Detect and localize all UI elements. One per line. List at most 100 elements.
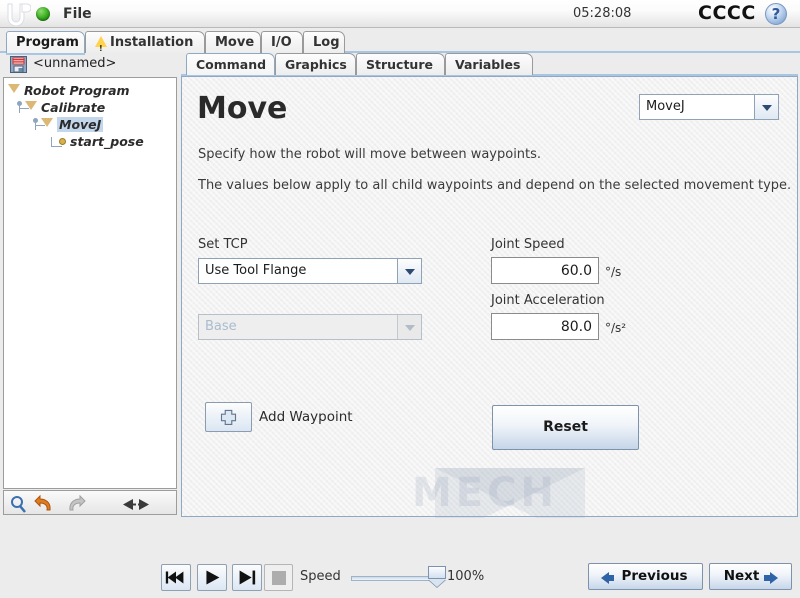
move-type-value: MoveJ — [646, 99, 685, 114]
tab-command[interactable]: Command — [186, 53, 275, 75]
tab-variables[interactable]: Variables — [445, 53, 533, 75]
tree-item-label: MoveJ — [57, 117, 104, 132]
ur-logo-icon — [7, 3, 31, 26]
add-waypoint-button[interactable] — [205, 402, 252, 432]
tree-item-label: Robot Program — [24, 83, 130, 98]
tab-log-label: Log — [313, 35, 340, 50]
page-title: Move — [197, 91, 288, 126]
tab-structure-label: Structure — [366, 57, 433, 72]
title-bar: File 05:28:08 CCCC ? — [0, 0, 800, 28]
tab-io-label: I/O — [271, 35, 292, 50]
chevron-down-icon — [397, 315, 421, 339]
tree-item-start-pose[interactable]: start_pose — [59, 133, 144, 150]
move-type-dropdown[interactable]: MoveJ — [639, 94, 779, 120]
green-status-orb-icon — [36, 7, 50, 21]
step-forward-icon — [239, 570, 256, 585]
feature-dropdown: Base — [198, 314, 422, 340]
tree-item-robot-program[interactable]: Robot Program — [8, 82, 130, 99]
tab-program-label: Program — [16, 35, 79, 50]
speed-value: 100% — [447, 569, 485, 584]
file-menu[interactable]: File — [59, 4, 96, 24]
tree-item-label: start_pose — [70, 134, 144, 149]
joint-acceleration-input[interactable]: 80.0 — [491, 313, 599, 340]
stop-icon — [272, 571, 286, 585]
command-tab-bar: Command Graphics Structure Variables — [181, 53, 798, 76]
add-waypoint-label: Add Waypoint — [259, 409, 353, 425]
set-tcp-value: Use Tool Flange — [205, 263, 307, 278]
redo-button[interactable] — [60, 493, 86, 514]
tree-item-calibrate[interactable]: Calibrate — [25, 99, 105, 116]
content-area: Command Graphics Structure Variables Mov… — [181, 53, 798, 517]
waypoint-dot-icon — [59, 138, 66, 145]
expand-triangle-icon[interactable] — [25, 101, 37, 110]
reset-button[interactable]: Reset — [492, 405, 639, 450]
tree-item-label: Calibrate — [41, 100, 106, 115]
joint-speed-label: Joint Speed — [491, 237, 565, 252]
tab-move-label: Move — [215, 35, 255, 50]
move-command-panel: Move Specify how the robot will move bet… — [181, 76, 798, 517]
play-icon — [206, 570, 220, 585]
application-window: File 05:28:08 CCCC ? Program Installatio… — [0, 0, 800, 598]
tab-variables-label: Variables — [455, 57, 521, 72]
main-tab-bar: Program Installation Move I/O Log — [0, 29, 800, 59]
clock: 05:28:08 — [573, 6, 632, 21]
arrow-right-tail — [764, 575, 770, 581]
warning-triangle-icon — [95, 36, 107, 59]
previous-button[interactable]: Previous — [588, 563, 703, 590]
undo-icon — [34, 494, 51, 511]
move-node-arrows-icon — [123, 499, 149, 510]
program-name-bar: <unnamed> — [0, 53, 180, 76]
program-tree[interactable]: Robot Program Calibrate MoveJ start_pose — [3, 77, 177, 489]
joint-speed-value: 60.0 — [560, 263, 592, 279]
play-button[interactable] — [197, 564, 227, 591]
tab-log[interactable]: Log — [303, 31, 345, 53]
tab-installation-label: Installation — [110, 35, 194, 50]
rewind-icon — [165, 571, 184, 584]
chevron-down-icon[interactable] — [397, 259, 421, 283]
tab-command-label: Command — [196, 57, 267, 72]
expand-triangle-icon[interactable] — [8, 84, 20, 93]
search-button[interactable] — [6, 493, 31, 514]
feature-value: Base — [205, 319, 237, 334]
joint-acceleration-label: Joint Acceleration — [491, 293, 605, 308]
search-icon — [11, 496, 26, 513]
brand-label: CCCC — [698, 2, 756, 24]
tab-structure[interactable]: Structure — [356, 53, 445, 75]
tab-program[interactable]: Program — [6, 31, 85, 53]
move-node-button[interactable] — [90, 493, 174, 514]
set-tcp-dropdown[interactable]: Use Tool Flange — [198, 258, 422, 284]
arrow-left-tail — [608, 575, 614, 581]
tree-toolbar — [3, 490, 177, 515]
tab-move[interactable]: Move — [205, 31, 261, 53]
tree-item-movej[interactable]: MoveJ — [41, 116, 104, 133]
next-label: Next — [723, 568, 760, 584]
expand-triangle-icon[interactable] — [41, 118, 53, 127]
panel-subtitle-2: The values below apply to all child wayp… — [198, 178, 792, 193]
set-tcp-label: Set TCP — [198, 237, 248, 252]
undo-button[interactable] — [33, 493, 58, 514]
tab-installation[interactable]: Installation — [85, 31, 205, 59]
speed-label: Speed — [300, 569, 341, 584]
joint-speed-unit: °/s — [605, 265, 622, 279]
program-sidebar: <unnamed> Robot Program Calibrate MoveJ … — [0, 53, 180, 517]
tree-connector-knob — [33, 118, 38, 123]
previous-label: Previous — [621, 568, 688, 584]
joint-speed-input[interactable]: 60.0 — [491, 257, 599, 284]
tab-graphics[interactable]: Graphics — [275, 53, 356, 75]
chevron-down-icon[interactable] — [754, 95, 778, 119]
panel-subtitle-1: Specify how the robot will move between … — [198, 147, 542, 162]
tab-io[interactable]: I/O — [261, 31, 303, 53]
save-floppy-icon[interactable] — [10, 56, 27, 73]
plus-icon — [220, 409, 237, 426]
joint-acceleration-unit: °/s² — [605, 321, 627, 335]
joint-acceleration-value: 80.0 — [560, 319, 592, 335]
speed-slider-thumb[interactable] — [428, 566, 446, 579]
tab-graphics-label: Graphics — [285, 57, 347, 72]
next-button[interactable]: Next — [709, 563, 792, 590]
help-button[interactable]: ? — [765, 3, 787, 25]
stop-button[interactable] — [264, 564, 293, 591]
arrow-right-icon — [770, 572, 778, 584]
step-forward-button[interactable] — [232, 564, 262, 591]
program-name-label: <unnamed> — [33, 56, 117, 71]
rewind-button[interactable] — [161, 564, 191, 591]
